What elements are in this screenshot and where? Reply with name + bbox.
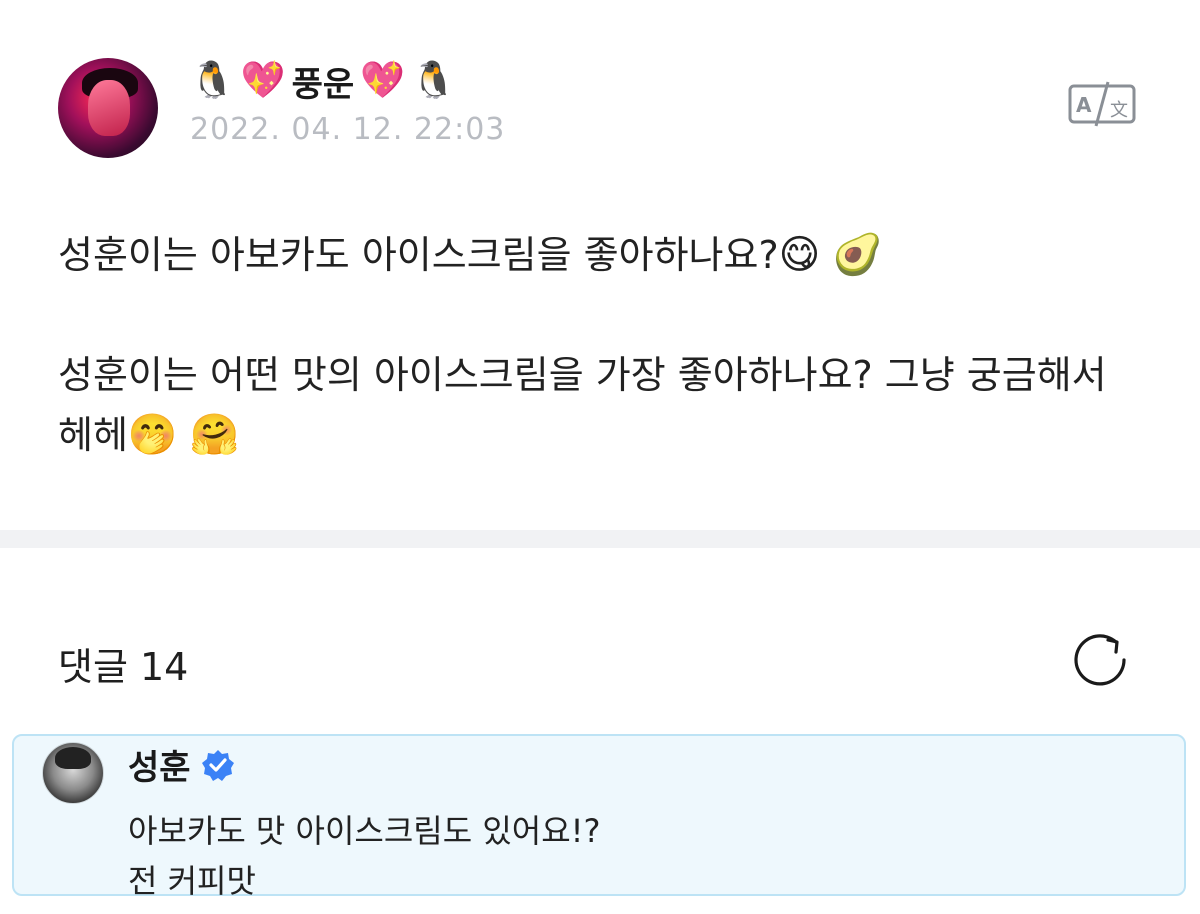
refresh-icon <box>1074 634 1126 686</box>
comment-text: 아보카도 맛 아이스크림도 있어요!? 전 커피맛 <box>128 806 601 906</box>
refresh-button[interactable] <box>1072 632 1132 688</box>
post-paragraph-1: 성훈이는 아보카도 아이스크림을 좋아하나요?😋 🥑 <box>58 225 1148 285</box>
post-body: 성훈이는 아보카도 아이스크림을 좋아하나요?😋 🥑 성훈이는 어떤 맛의 아이… <box>58 225 1148 465</box>
translate-icon: A 文 <box>1068 81 1136 127</box>
post: 🐧 💖 풍운 💖 🐧 2022. 04. 12. 22:03 A 文 성훈이는 … <box>0 0 1200 530</box>
penguin-emoji: 🐧 <box>411 60 456 101</box>
verified-badge-icon <box>201 749 234 781</box>
post-paragraph-2: 성훈이는 어떤 맛의 아이스크림을 가장 좋아하나요? 그냥 궁금해서 헤헤🤭 … <box>58 345 1148 465</box>
comment-item[interactable]: 성훈 아보카도 맛 아이스크림도 있어요!? 전 커피맛 <box>12 734 1186 900</box>
sparkling-heart-emoji: 💖 <box>360 60 406 101</box>
hugging-emoji: 🤗 <box>189 412 240 458</box>
commenter-name[interactable]: 성훈 <box>128 740 191 789</box>
commenter-line: 성훈 <box>128 740 235 789</box>
hand-over-mouth-emoji: 🤭 <box>127 412 178 458</box>
translate-button[interactable]: A 文 <box>1066 80 1138 128</box>
avatar-hair <box>55 747 91 769</box>
post-timestamp: 2022. 04. 12. 22:03 <box>190 112 506 147</box>
commenter-avatar[interactable] <box>42 742 104 804</box>
svg-text:A: A <box>1076 93 1092 117</box>
author-name[interactable]: 풍운 <box>292 57 355 106</box>
comment-line-1: 아보카도 맛 아이스크림도 있어요!? <box>128 812 601 850</box>
avatar-face <box>88 80 130 136</box>
comment-line-2: 전 커피맛 <box>128 862 256 900</box>
author-avatar[interactable] <box>58 58 158 158</box>
svg-text:文: 文 <box>1110 100 1128 121</box>
yum-emoji: 😋 <box>778 232 821 278</box>
section-divider <box>0 530 1200 548</box>
avocado-emoji: 🥑 <box>832 232 883 278</box>
sparkling-heart-emoji: 💖 <box>240 60 286 101</box>
post-text-1: 성훈이는 아보카도 아이스크림을 좋아하나요? <box>58 233 779 277</box>
penguin-emoji: 🐧 <box>190 60 235 101</box>
author-line: 🐧 💖 풍운 💖 🐧 <box>190 56 456 106</box>
comments-count: 댓글 14 <box>58 645 189 689</box>
